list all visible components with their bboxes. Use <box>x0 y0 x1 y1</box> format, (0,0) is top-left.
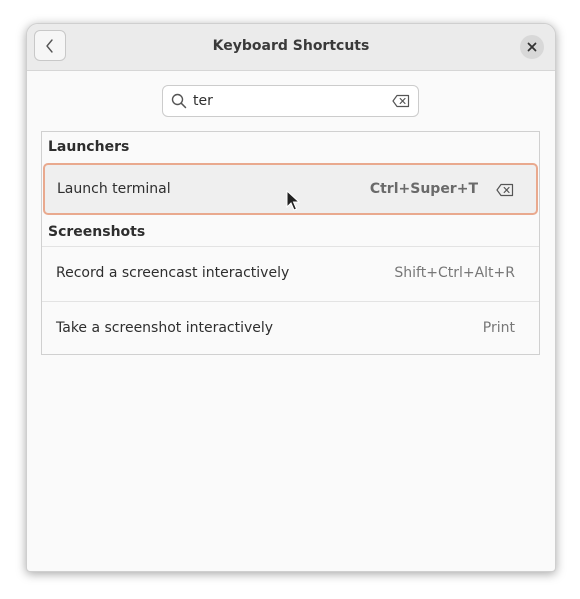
section-header-launchers: Launchers <box>48 139 130 155</box>
shortcut-accelerator: Print <box>482 320 515 336</box>
shortcuts-list: Launchers Launch terminal Ctrl+Super+T S… <box>41 131 540 355</box>
search-icon <box>171 93 187 109</box>
search-input[interactable] <box>193 91 383 111</box>
shortcut-label: Record a screencast interactively <box>56 265 290 281</box>
close-icon <box>527 42 537 52</box>
shortcut-row-record-screencast[interactable]: Record a screencast interactively Shift+… <box>42 247 539 301</box>
search-box[interactable] <box>162 85 419 117</box>
close-button[interactable] <box>520 35 544 59</box>
backspace-icon[interactable] <box>392 94 410 108</box>
section-header-screenshots: Screenshots <box>48 224 146 240</box>
dialog-title: Keyboard Shortcuts <box>212 38 370 54</box>
shortcut-accelerator: Ctrl+Super+T <box>369 181 478 197</box>
keyboard-shortcuts-dialog: Keyboard Shortcuts Launchers Launch term… <box>26 23 556 572</box>
shortcut-row-take-screenshot[interactable]: Take a screenshot interactively Print <box>42 302 539 356</box>
shortcut-label: Take a screenshot interactively <box>56 320 274 336</box>
header-bar: Keyboard Shortcuts <box>27 24 555 71</box>
shortcut-label: Launch terminal <box>57 181 171 197</box>
shortcut-accelerator: Shift+Ctrl+Alt+R <box>394 265 515 281</box>
mouse-pointer-icon <box>286 190 300 211</box>
backspace-icon[interactable] <box>496 183 514 197</box>
